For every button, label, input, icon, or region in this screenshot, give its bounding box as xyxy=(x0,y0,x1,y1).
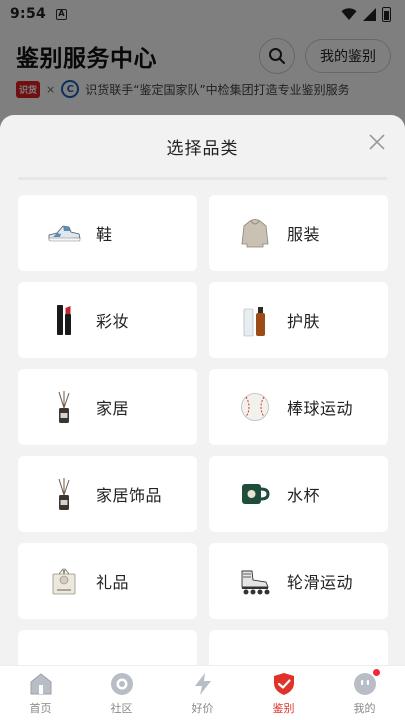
category-label: 水杯 xyxy=(287,486,321,505)
category-label: 鞋 xyxy=(96,225,113,244)
nav-item-profile[interactable]: 我的 xyxy=(324,666,405,720)
profile-icon xyxy=(352,668,380,697)
lipstick-icon xyxy=(46,302,82,338)
category-card-shoes[interactable]: 鞋 xyxy=(18,195,197,271)
shield-check-icon xyxy=(273,672,294,695)
category-card-skincare[interactable]: 护肤 xyxy=(209,282,388,358)
category-label: 棒球运动 xyxy=(287,399,354,418)
category-label: 家居饰品 xyxy=(96,486,163,505)
home-icon xyxy=(30,673,51,694)
category-label: 护肤 xyxy=(287,312,321,331)
community-icon xyxy=(110,672,133,695)
skincare-bottle-icon xyxy=(237,302,273,338)
nav-item-deals[interactable]: 好价 xyxy=(162,666,243,720)
nav-item-authenticate[interactable]: 鉴别 xyxy=(243,666,324,720)
nav-label: 好价 xyxy=(191,701,214,715)
nav-label: 社区 xyxy=(110,701,133,715)
lightning-icon xyxy=(194,672,211,695)
category-card-roller-sports[interactable]: 轮滑运动 xyxy=(209,543,388,619)
category-card-makeup[interactable]: 彩妆 xyxy=(18,282,197,358)
category-sheet: 选择品类 鞋 服装 彩妆 护肤 家居 棒球运动 家居饰品 水杯 礼品 轮滑运动 xyxy=(0,115,405,665)
nav-label: 鉴别 xyxy=(272,701,295,715)
category-card-gifts[interactable]: 礼品 xyxy=(18,543,197,619)
notification-badge xyxy=(372,668,380,676)
nav-item-community[interactable]: 社区 xyxy=(81,666,162,720)
sheet-title: 选择品类 xyxy=(166,138,239,159)
hoodie-icon xyxy=(237,215,273,251)
close-icon[interactable] xyxy=(367,132,387,152)
mug-icon xyxy=(237,476,273,512)
category-card-apparel[interactable]: 服装 xyxy=(209,195,388,271)
gift-icon xyxy=(46,563,82,599)
category-card-baseball[interactable]: 棒球运动 xyxy=(209,369,388,445)
sneaker-icon xyxy=(46,215,82,251)
category-grid: 鞋 服装 彩妆 护肤 家居 棒球运动 家居饰品 水杯 礼品 轮滑运动 xyxy=(18,195,388,665)
category-card-home[interactable]: 家居 xyxy=(18,369,197,445)
category-label: 服装 xyxy=(287,225,321,244)
baseball-icon xyxy=(237,389,273,425)
nav-label: 首页 xyxy=(29,701,52,715)
category-label: 轮滑运动 xyxy=(287,573,354,592)
roller-skate-icon xyxy=(237,563,273,599)
nav-item-home[interactable]: 首页 xyxy=(0,666,81,720)
category-label: 彩妆 xyxy=(96,312,130,331)
diffuser-icon xyxy=(46,476,82,512)
category-label: 家居 xyxy=(96,399,130,418)
category-card-cups[interactable]: 水杯 xyxy=(209,456,388,532)
category-label: 礼品 xyxy=(96,573,130,592)
sheet-divider xyxy=(18,177,387,180)
diffuser-icon xyxy=(46,389,82,425)
category-card-partial-left[interactable] xyxy=(18,630,197,665)
category-card-home-decor[interactable]: 家居饰品 xyxy=(18,456,197,532)
nav-label: 我的 xyxy=(353,701,376,715)
sheet-header: 选择品类 xyxy=(0,115,405,177)
category-card-partial-right[interactable] xyxy=(209,630,388,665)
bottom-nav: 首页 社区 好价 鉴别 我的 xyxy=(0,665,405,720)
